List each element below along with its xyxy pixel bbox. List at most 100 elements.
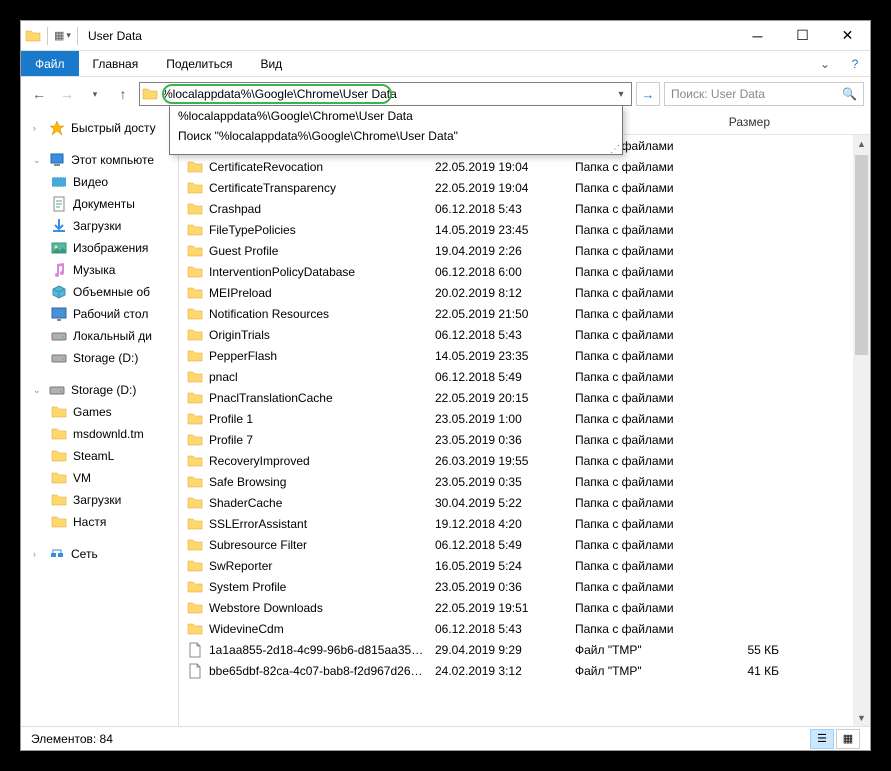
- item-date: 22.05.2019 19:04: [427, 160, 567, 174]
- pc-icon: [49, 152, 65, 168]
- maximize-button[interactable]: ☐: [780, 21, 825, 51]
- list-item[interactable]: SwReporter16.05.2019 5:24Папка с файлами: [179, 555, 870, 576]
- tree-games[interactable]: Games: [21, 401, 178, 423]
- qat-dropdown-icon[interactable]: ▾: [66, 30, 71, 41]
- item-type: Папка с файлами: [567, 181, 707, 195]
- item-name: InterventionPolicyDatabase: [209, 265, 427, 279]
- autocomplete-item[interactable]: %localappdata%\Google\Chrome\User Data: [170, 106, 622, 126]
- tree-nastya[interactable]: Настя: [21, 511, 178, 533]
- folder-icon: [187, 516, 205, 532]
- tree-network[interactable]: ›Сеть: [21, 543, 178, 565]
- view-details-button[interactable]: ☰: [810, 729, 834, 749]
- list-item[interactable]: Webstore Downloads22.05.2019 19:51Папка …: [179, 597, 870, 618]
- list-item[interactable]: System Profile23.05.2019 0:36Папка с фай…: [179, 576, 870, 597]
- folder-icon: [187, 180, 205, 196]
- document-icon: [51, 196, 67, 212]
- folder-icon: [187, 537, 205, 553]
- tab-share[interactable]: Поделиться: [152, 51, 246, 76]
- ribbon-tabs: Файл Главная Поделиться Вид ⌄ ?: [21, 51, 870, 77]
- up-button[interactable]: ↑: [111, 82, 135, 106]
- item-name: SwReporter: [209, 559, 427, 573]
- minimize-button[interactable]: ─: [735, 21, 780, 51]
- go-button[interactable]: →: [636, 82, 660, 106]
- list-item[interactable]: Subresource Filter06.12.2018 5:49Папка с…: [179, 534, 870, 555]
- autocomplete-resize-grip[interactable]: ⋰: [170, 146, 622, 154]
- ribbon-expand-icon[interactable]: ⌄: [810, 51, 840, 76]
- navigation-pane[interactable]: ›Быстрый досту ⌄Этот компьюте Видео Доку…: [21, 111, 179, 726]
- list-item[interactable]: 1a1aa855-2d18-4c99-96b6-d815aa35b36e...2…: [179, 639, 870, 660]
- forward-button[interactable]: →: [55, 82, 79, 106]
- list-item[interactable]: pnacl06.12.2018 5:49Папка с файлами: [179, 366, 870, 387]
- tree-storage-d-root[interactable]: ⌄Storage (D:): [21, 379, 178, 401]
- list-item[interactable]: FileTypePolicies14.05.2019 23:45Папка с …: [179, 219, 870, 240]
- item-date: 22.05.2019 20:15: [427, 391, 567, 405]
- tree-storage-d[interactable]: Storage (D:): [21, 347, 178, 369]
- picture-icon: [51, 240, 67, 256]
- list-item[interactable]: CertificateRevocation22.05.2019 19:04Пап…: [179, 156, 870, 177]
- tree-pictures[interactable]: Изображения: [21, 237, 178, 259]
- list-item[interactable]: PnaclTranslationCache22.05.2019 20:15Пап…: [179, 387, 870, 408]
- item-date: 22.05.2019 19:04: [427, 181, 567, 195]
- item-date: 23.05.2019 0:36: [427, 433, 567, 447]
- search-box[interactable]: Поиск: User Data 🔍: [664, 82, 864, 106]
- list-item[interactable]: Crashpad06.12.2018 5:43Папка с файлами: [179, 198, 870, 219]
- list-item[interactable]: Notification Resources22.05.2019 21:50Па…: [179, 303, 870, 324]
- tree-steaml[interactable]: SteamL: [21, 445, 178, 467]
- vertical-scrollbar[interactable]: ▲ ▼: [853, 135, 870, 726]
- list-item[interactable]: Guest Profile19.04.2019 2:26Папка с файл…: [179, 240, 870, 261]
- list-item[interactable]: SSLErrorAssistant19.12.2018 4:20Папка с …: [179, 513, 870, 534]
- view-icons-button[interactable]: ▦: [836, 729, 860, 749]
- list-item[interactable]: InterventionPolicyDatabase06.12.2018 6:0…: [179, 261, 870, 282]
- tree-vm[interactable]: VM: [21, 467, 178, 489]
- tree-documents[interactable]: Документы: [21, 193, 178, 215]
- tree-this-pc[interactable]: ⌄Этот компьюте: [21, 149, 178, 171]
- tab-file[interactable]: Файл: [21, 51, 79, 76]
- column-size[interactable]: Размер: [699, 111, 779, 134]
- list-item[interactable]: Profile 723.05.2019 0:36Папка с файлами: [179, 429, 870, 450]
- list-item[interactable]: bbe65dbf-82ca-4c07-bab8-f2d967d26174...2…: [179, 660, 870, 681]
- list-item[interactable]: OriginTrials06.12.2018 5:43Папка с файла…: [179, 324, 870, 345]
- list-item[interactable]: Profile 123.05.2019 1:00Папка с файлами: [179, 408, 870, 429]
- back-button[interactable]: ←: [27, 82, 51, 106]
- autocomplete-search-item[interactable]: Поиск "%localappdata%\Google\Chrome\User…: [170, 126, 622, 146]
- tree-downloads[interactable]: Загрузки: [21, 215, 178, 237]
- recent-dropdown-icon[interactable]: ▾: [83, 82, 107, 106]
- list-item[interactable]: CertificateTransparency22.05.2019 19:04П…: [179, 177, 870, 198]
- list-item[interactable]: ShaderCache30.04.2019 5:22Папка с файлам…: [179, 492, 870, 513]
- list-item[interactable]: Safe Browsing23.05.2019 0:35Папка с файл…: [179, 471, 870, 492]
- tree-music[interactable]: Музыка: [21, 259, 178, 281]
- list-item[interactable]: WidevineCdm06.12.2018 5:43Папка с файлам…: [179, 618, 870, 639]
- address-history-dropdown-icon[interactable]: ▾: [611, 89, 631, 100]
- tree-desktop[interactable]: Рабочий стол: [21, 303, 178, 325]
- item-type: Папка с файлами: [567, 286, 707, 300]
- tab-home[interactable]: Главная: [79, 51, 153, 76]
- list-item[interactable]: MEIPreload20.02.2019 8:12Папка с файлами: [179, 282, 870, 303]
- item-type: Папка с файлами: [567, 370, 707, 384]
- tree-msdownld[interactable]: msdownld.tm: [21, 423, 178, 445]
- scroll-up-icon[interactable]: ▲: [853, 135, 870, 152]
- qat-properties-icon[interactable]: ▦: [54, 29, 64, 42]
- folder-icon: [51, 492, 67, 508]
- address-bar[interactable]: ▾: [139, 82, 632, 106]
- help-icon[interactable]: ?: [840, 51, 870, 76]
- list-item[interactable]: RecoveryImproved26.03.2019 19:55Папка с …: [179, 450, 870, 471]
- file-list[interactable]: Размер BrowserMetrics22.05.2019 19:04Пап…: [179, 111, 870, 726]
- tree-quick-access[interactable]: ›Быстрый досту: [21, 117, 178, 139]
- address-input[interactable]: [160, 83, 611, 105]
- close-button[interactable]: ✕: [825, 21, 870, 51]
- tree-3dobjects[interactable]: Объемные об: [21, 281, 178, 303]
- item-date: 26.03.2019 19:55: [427, 454, 567, 468]
- status-bar: Элементов: 84 ☰ ▦: [21, 726, 870, 750]
- folder-icon: [187, 390, 205, 406]
- tree-local-disk[interactable]: Локальный ди: [21, 325, 178, 347]
- scroll-down-icon[interactable]: ▼: [853, 709, 870, 726]
- search-icon[interactable]: 🔍: [842, 87, 857, 101]
- item-type: Папка с файлами: [567, 160, 707, 174]
- tree-videos[interactable]: Видео: [21, 171, 178, 193]
- tree-downloads2[interactable]: Загрузки: [21, 489, 178, 511]
- item-type: Папка с файлами: [567, 580, 707, 594]
- item-name: Profile 7: [209, 433, 427, 447]
- tab-view[interactable]: Вид: [246, 51, 296, 76]
- list-item[interactable]: PepperFlash14.05.2019 23:35Папка с файла…: [179, 345, 870, 366]
- scrollbar-thumb[interactable]: [855, 155, 868, 355]
